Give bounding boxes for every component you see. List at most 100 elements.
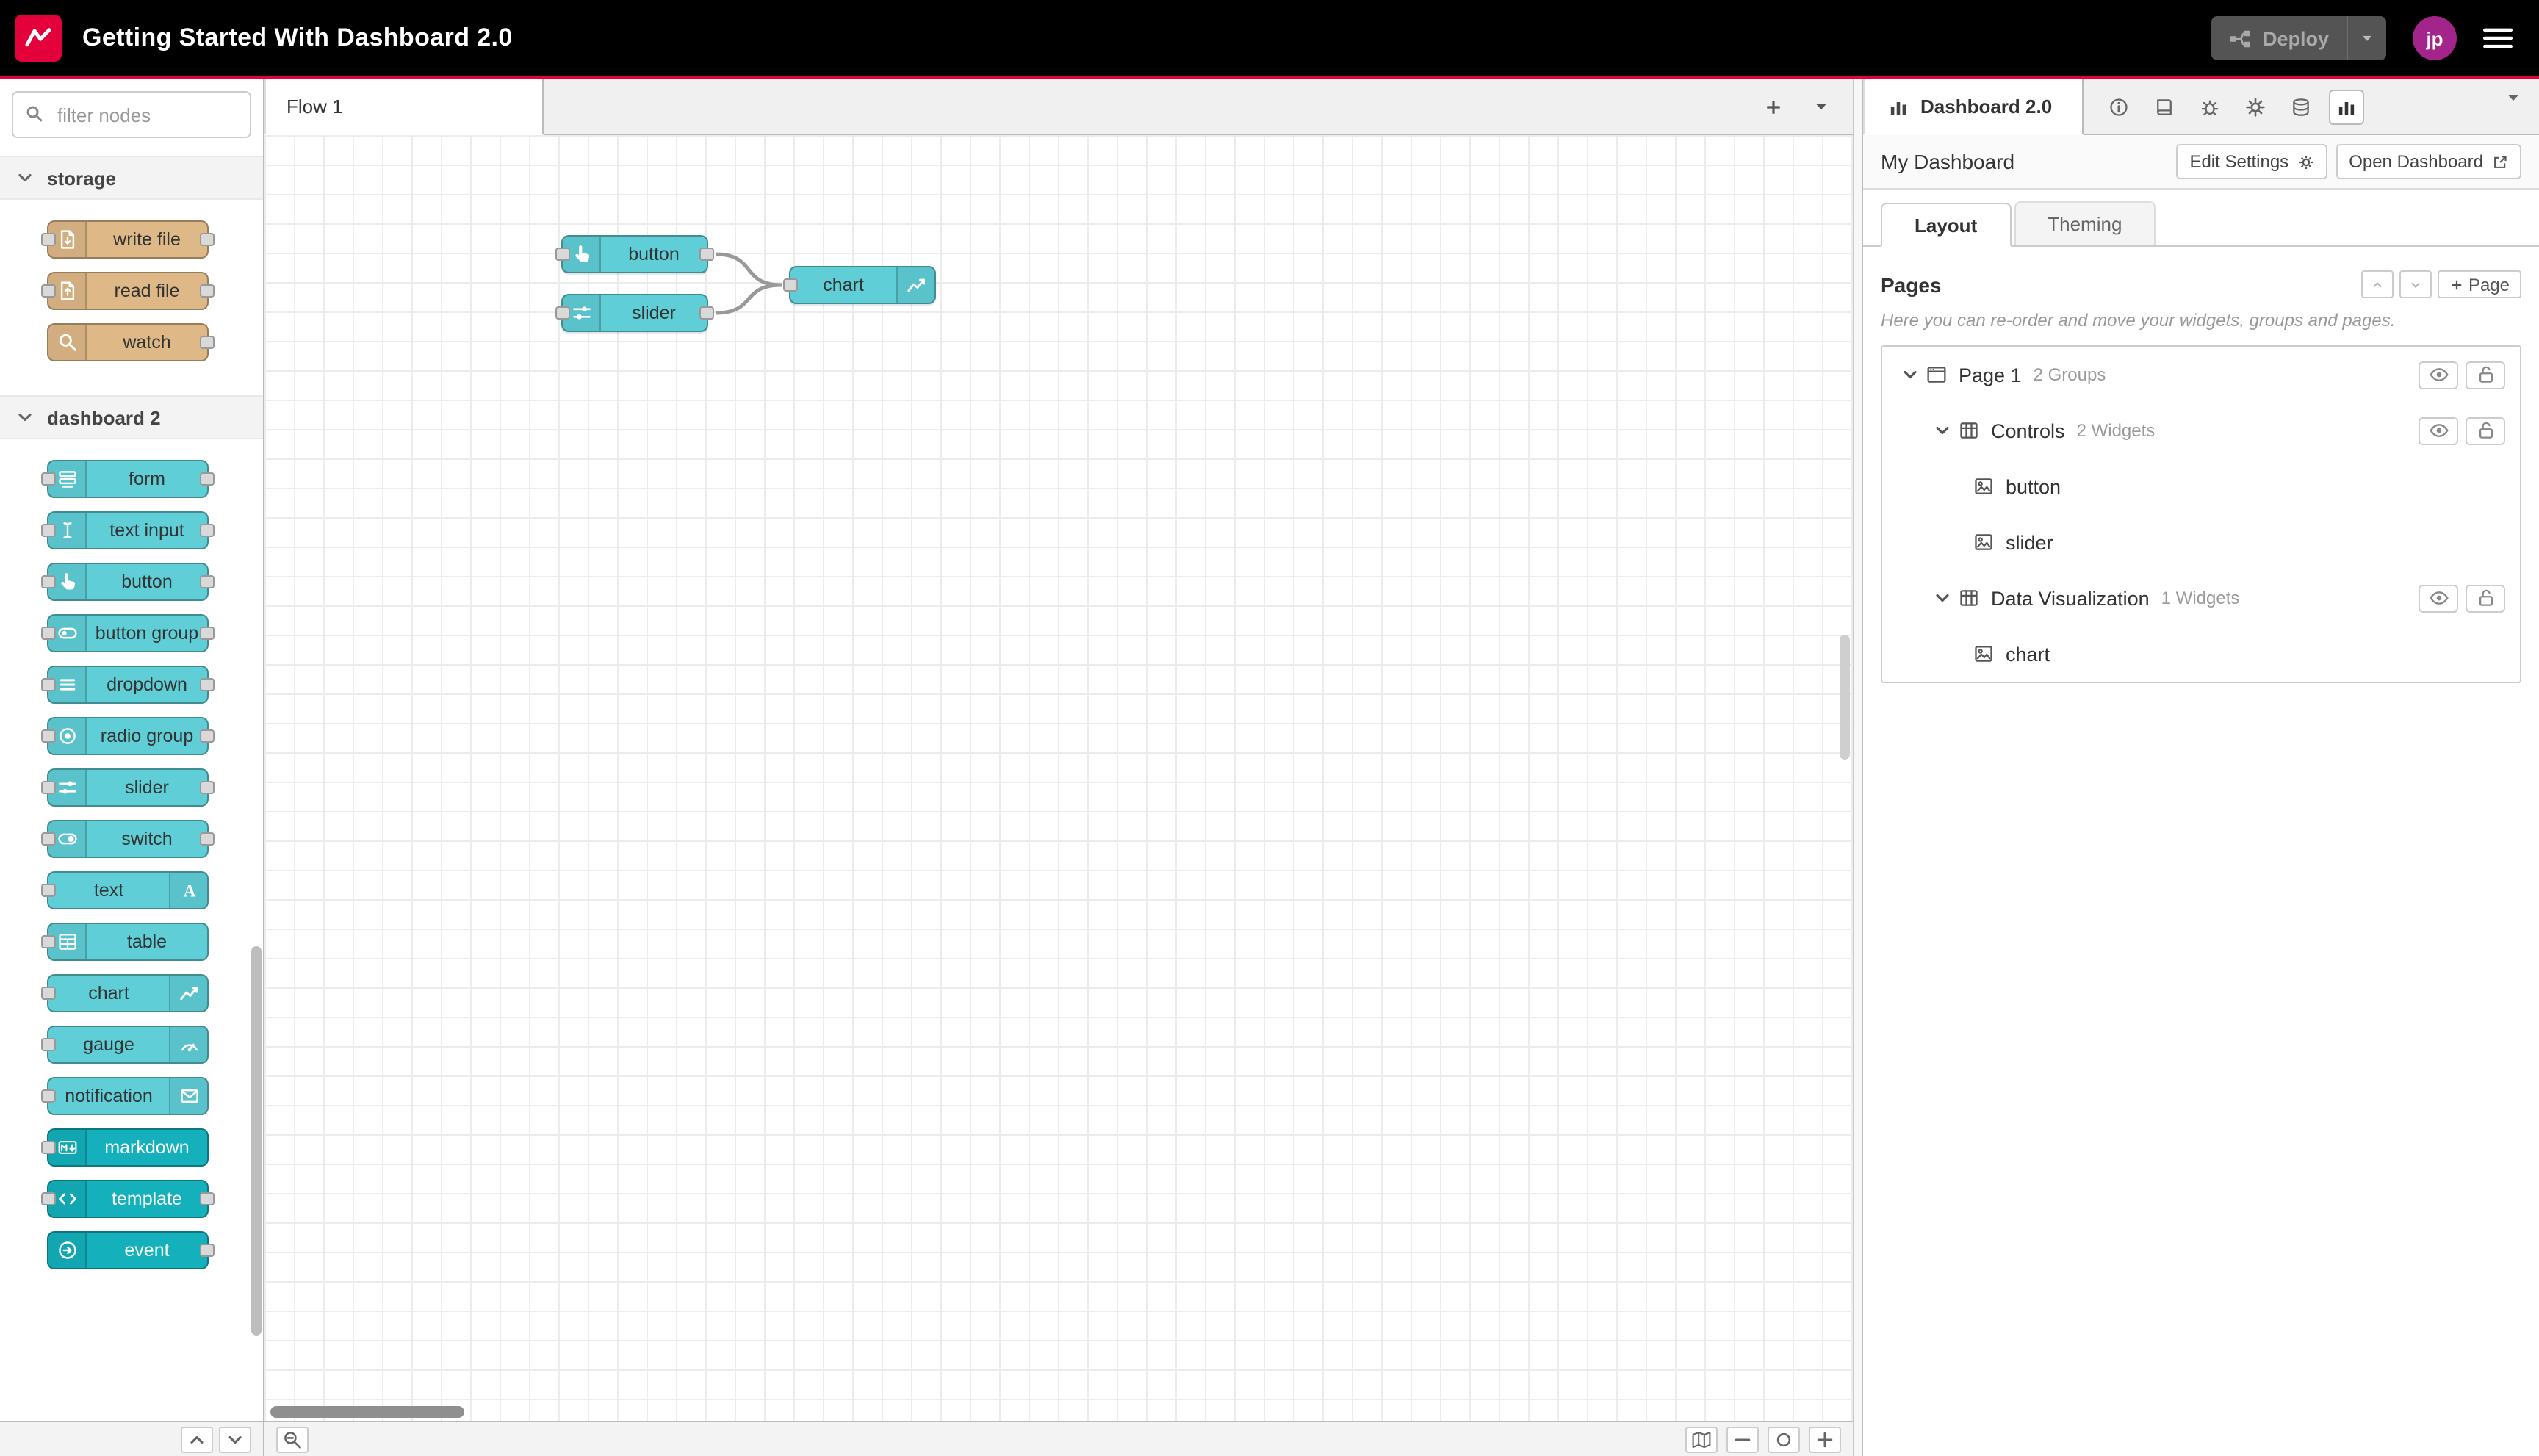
input-port[interactable] bbox=[41, 1038, 56, 1051]
input-port[interactable] bbox=[41, 729, 56, 743]
input-port[interactable] bbox=[41, 284, 56, 298]
node-text[interactable]: Atext bbox=[41, 871, 209, 909]
user-avatar[interactable]: jp bbox=[2413, 16, 2457, 60]
node-notification[interactable]: notification bbox=[41, 1077, 209, 1115]
tree-row-button[interactable]: button bbox=[1882, 458, 2520, 514]
output-port[interactable] bbox=[699, 248, 714, 261]
node-write-file[interactable]: write file bbox=[41, 220, 215, 259]
input-port[interactable] bbox=[41, 678, 56, 691]
input-port[interactable] bbox=[41, 472, 56, 486]
node-slider[interactable]: slider bbox=[41, 768, 215, 807]
zoom-reset-button[interactable] bbox=[1768, 1426, 1800, 1452]
sidebar-splitter[interactable] bbox=[1853, 79, 1863, 1456]
add-page-button[interactable]: Page bbox=[2437, 270, 2521, 298]
horizontal-scrollbar[interactable] bbox=[270, 1406, 464, 1418]
flow-list-button[interactable] bbox=[1813, 98, 1829, 115]
tree-row-controls[interactable]: Controls 2 Widgets bbox=[1882, 403, 2520, 458]
deploy-button[interactable]: Deploy bbox=[2211, 16, 2386, 60]
move-page-down-button[interactable] bbox=[2399, 270, 2432, 298]
config-nodes-sidebar-tab[interactable] bbox=[2238, 89, 2273, 124]
node-table[interactable]: table bbox=[41, 923, 209, 961]
tree-row-page-1[interactable]: Page 1 2 Groups bbox=[1882, 347, 2520, 403]
node-chart[interactable]: chart bbox=[41, 974, 209, 1012]
debug-sidebar-tab[interactable] bbox=[2192, 89, 2228, 124]
input-port[interactable] bbox=[783, 278, 798, 292]
output-port[interactable] bbox=[200, 678, 215, 691]
output-port[interactable] bbox=[200, 1244, 215, 1257]
node-read-file[interactable]: read file bbox=[41, 272, 215, 310]
flow-tab[interactable]: Flow 1 bbox=[264, 79, 544, 135]
output-port[interactable] bbox=[200, 1192, 215, 1205]
node-text-input[interactable]: text input bbox=[41, 511, 215, 549]
tree-row-chart[interactable]: chart bbox=[1882, 626, 2520, 682]
sidebar-tab-dashboard[interactable]: Dashboard 2.0 bbox=[1863, 79, 2084, 135]
info-sidebar-tab[interactable] bbox=[2101, 89, 2136, 124]
search-flows-button[interactable] bbox=[276, 1426, 309, 1452]
input-port[interactable] bbox=[555, 248, 570, 261]
input-port[interactable] bbox=[41, 575, 56, 588]
input-port[interactable] bbox=[41, 627, 56, 640]
node-event[interactable]: event bbox=[47, 1231, 215, 1269]
input-port[interactable] bbox=[41, 935, 56, 948]
tab-layout[interactable]: Layout bbox=[1881, 203, 2012, 247]
input-port[interactable] bbox=[41, 524, 56, 537]
zoom-in-button[interactable] bbox=[1809, 1426, 1841, 1452]
input-port[interactable] bbox=[41, 1192, 56, 1205]
input-port[interactable] bbox=[41, 233, 56, 246]
expand-collapse-button[interactable] bbox=[1932, 588, 1959, 608]
node-form[interactable]: form bbox=[41, 460, 215, 498]
palette-category-header-storage[interactable]: storage bbox=[0, 156, 263, 200]
output-port[interactable] bbox=[200, 575, 215, 588]
output-port[interactable] bbox=[200, 832, 215, 846]
vertical-scrollbar[interactable] bbox=[1840, 635, 1850, 760]
deploy-button-main[interactable]: Deploy bbox=[2211, 27, 2347, 49]
input-port[interactable] bbox=[41, 781, 56, 794]
palette-scrollbar[interactable] bbox=[251, 946, 262, 1336]
tree-row-data-visualization[interactable]: Data Visualization 1 Widgets bbox=[1882, 570, 2520, 626]
context-data-sidebar-tab[interactable] bbox=[2283, 89, 2319, 124]
node-template[interactable]: template bbox=[41, 1180, 215, 1218]
input-port[interactable] bbox=[41, 1141, 56, 1154]
visibility-toggle-button[interactable] bbox=[2419, 417, 2458, 444]
output-port[interactable] bbox=[200, 627, 215, 640]
node-switch[interactable]: switch bbox=[41, 820, 215, 858]
zoom-out-button[interactable] bbox=[1726, 1426, 1759, 1452]
input-port[interactable] bbox=[41, 884, 56, 897]
input-port[interactable] bbox=[41, 1089, 56, 1103]
output-port[interactable] bbox=[200, 729, 215, 743]
help-sidebar-tab[interactable] bbox=[2147, 89, 2182, 124]
lock-toggle-button[interactable] bbox=[2466, 361, 2505, 389]
tree-row-slider[interactable]: slider bbox=[1882, 514, 2520, 570]
add-flow-button[interactable] bbox=[1763, 96, 1784, 117]
expand-all-button[interactable] bbox=[219, 1426, 251, 1452]
visibility-toggle-button[interactable] bbox=[2419, 584, 2458, 612]
move-page-up-button[interactable] bbox=[2360, 270, 2394, 298]
tab-theming[interactable]: Theming bbox=[2014, 201, 2156, 245]
input-port[interactable] bbox=[41, 987, 56, 1000]
deploy-options-button[interactable] bbox=[2347, 16, 2386, 60]
node-watch[interactable]: watch bbox=[47, 323, 215, 361]
output-port[interactable] bbox=[200, 472, 215, 486]
node-gauge[interactable]: gauge bbox=[41, 1026, 209, 1064]
sidebar-collapse-button[interactable] bbox=[2495, 79, 2530, 115]
node-radio-group[interactable]: radio group bbox=[41, 717, 215, 755]
dashboard-sidebar-tab[interactable] bbox=[2329, 89, 2364, 124]
output-port[interactable] bbox=[200, 524, 215, 537]
lock-toggle-button[interactable] bbox=[2466, 417, 2505, 444]
edit-settings-button[interactable]: Edit Settings bbox=[2176, 144, 2327, 179]
node-button[interactable]: button bbox=[555, 235, 714, 273]
output-port[interactable] bbox=[200, 336, 215, 349]
output-port[interactable] bbox=[200, 233, 215, 246]
open-dashboard-button[interactable]: Open Dashboard bbox=[2335, 144, 2521, 179]
palette-category-header-dashboard-2[interactable]: dashboard 2 bbox=[0, 395, 263, 439]
flow-canvas[interactable]: button slider chart bbox=[264, 135, 1853, 1421]
node-button-group[interactable]: button group bbox=[41, 614, 215, 652]
node-button[interactable]: button bbox=[41, 563, 215, 601]
output-port[interactable] bbox=[200, 284, 215, 298]
output-port[interactable] bbox=[699, 306, 714, 320]
collapse-all-button[interactable] bbox=[181, 1426, 213, 1452]
node-slider[interactable]: slider bbox=[555, 294, 714, 332]
node-dropdown[interactable]: dropdown bbox=[41, 666, 215, 704]
input-port[interactable] bbox=[41, 832, 56, 846]
node-markdown[interactable]: markdown bbox=[41, 1128, 209, 1167]
